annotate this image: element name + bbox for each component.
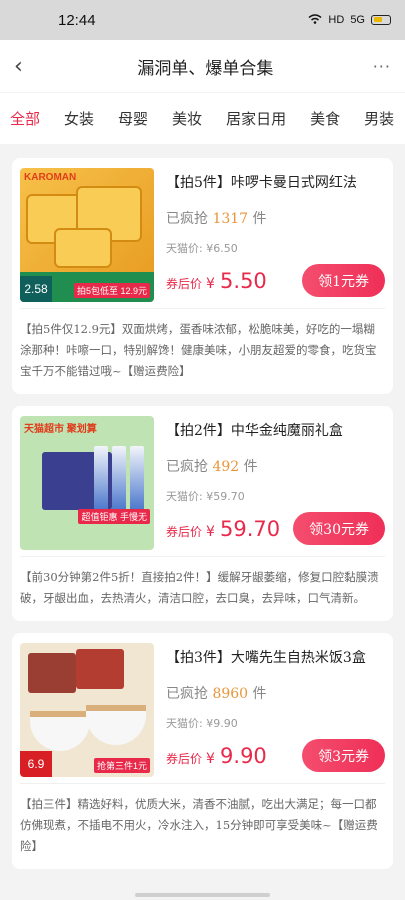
thumb-caption: 拍5包低至 12.9元 <box>73 283 150 298</box>
product-card[interactable]: 天猫超市 聚划算 超值钜惠 手慢无 【拍2件】中华金纯魔丽礼盒 已疯抢 492 … <box>12 406 393 621</box>
tab-food[interactable]: 美食 <box>310 108 340 129</box>
price-currency: ¥ <box>206 523 215 540</box>
get-coupon-button[interactable]: 领3元券 <box>302 739 385 772</box>
get-coupon-button[interactable]: 领1元券 <box>302 264 385 297</box>
product-card[interactable]: 6.9 抢第三件1元 【拍3件】大嘴先生自热米饭3盒 已疯抢 8960 件 天猫… <box>12 633 393 869</box>
tube-shape <box>94 446 108 516</box>
thumb-caption: 抢第三件1元 <box>93 758 150 773</box>
product-description: 【拍5件仅12.9元】双面烘烤，蛋香味浓郁，松脆味美，好吃的一塌糊涂那种！咔嚓一… <box>20 308 385 394</box>
product-title[interactable]: 【拍2件】中华金纯魔丽礼盒 <box>166 420 385 440</box>
nav-bar: ‹ 漏洞单、爆单合集 ··· <box>0 40 405 92</box>
sold-count: 已疯抢 492 件 <box>166 456 385 476</box>
tab-womens[interactable]: 女装 <box>64 108 94 129</box>
tube-shape <box>130 446 144 516</box>
tab-mens[interactable]: 男装 <box>364 108 394 129</box>
price-badge: 2.58 <box>20 276 52 302</box>
price-badge: 6.9 <box>20 751 52 777</box>
product-image-toothpaste[interactable]: 天猫超市 聚划算 超值钜惠 手慢无 <box>20 416 154 550</box>
price-label: 券后价 <box>166 524 203 539</box>
price-label: 券后价 <box>166 751 203 766</box>
sold-count: 已疯抢 8960 件 <box>166 683 385 703</box>
coupon-price: 券后价 ¥ 59.70 <box>166 517 280 541</box>
meal-box-shape <box>76 649 124 689</box>
sold-prefix: 已疯抢 <box>166 686 208 702</box>
tab-baby[interactable]: 母婴 <box>118 108 148 129</box>
waffle-shape <box>54 228 112 268</box>
coupon-price: 券后价 ¥ 9.90 <box>166 744 267 768</box>
sold-prefix: 已疯抢 <box>166 211 208 227</box>
back-icon[interactable]: ‹ <box>14 54 38 79</box>
get-coupon-button[interactable]: 领30元券 <box>293 512 385 545</box>
product-list: KAROMAN 2.58 拍5包低至 12.9元 【拍5件】咔啰卡曼日式网红法 … <box>0 144 405 869</box>
rice-bowl-shape <box>30 711 90 751</box>
price-value: 59.70 <box>220 516 281 541</box>
thumb-caption: 超值钜惠 手慢无 <box>78 509 150 524</box>
sold-unit: 件 <box>243 459 258 475</box>
original-price: 天猫价: ¥59.70 <box>166 490 245 503</box>
sold-unit: 件 <box>252 686 267 702</box>
more-icon[interactable]: ··· <box>373 57 391 76</box>
price-value: 5.50 <box>220 268 267 293</box>
product-title[interactable]: 【拍5件】咔啰卡曼日式网红法 <box>166 172 385 192</box>
sold-count: 已疯抢 1317 件 <box>166 208 385 228</box>
product-card[interactable]: KAROMAN 2.58 拍5包低至 12.9元 【拍5件】咔啰卡曼日式网红法 … <box>12 158 393 394</box>
wifi-icon <box>308 13 322 27</box>
signal-label: 5G <box>350 14 365 26</box>
status-bar: 12:44 HD 5G <box>0 0 405 40</box>
sold-unit: 件 <box>252 211 267 227</box>
battery-icon <box>371 15 391 25</box>
sold-prefix: 已疯抢 <box>166 459 208 475</box>
category-tabs: 全部 女装 母婴 美妆 居家日用 美食 男装 <box>0 92 405 144</box>
price-currency: ¥ <box>206 275 215 292</box>
network-label: HD <box>328 14 345 26</box>
sold-number: 492 <box>212 459 240 475</box>
tab-beauty[interactable]: 美妆 <box>172 108 202 129</box>
tab-all[interactable]: 全部 <box>10 108 40 129</box>
price-currency: ¥ <box>206 750 215 767</box>
page-title: 漏洞单、爆单合集 <box>137 58 274 79</box>
sold-number: 8960 <box>212 686 249 702</box>
store-logo: 天猫超市 聚划算 <box>24 424 97 435</box>
status-time: 12:44 <box>58 11 96 29</box>
product-image-waffle[interactable]: KAROMAN 2.58 拍5包低至 12.9元 <box>20 168 154 302</box>
status-icons: HD 5G <box>308 13 391 27</box>
price-label: 券后价 <box>166 276 203 291</box>
coupon-price: 券后价 ¥ 5.50 <box>166 269 267 293</box>
sold-number: 1317 <box>212 211 249 227</box>
product-image-rice[interactable]: 6.9 抢第三件1元 <box>20 643 154 777</box>
tab-home[interactable]: 居家日用 <box>226 108 286 129</box>
original-price: 天猫价: ¥6.50 <box>166 242 238 255</box>
price-value: 9.90 <box>220 743 267 768</box>
meal-box-shape <box>28 653 76 693</box>
original-price: 天猫价: ¥9.90 <box>166 717 238 730</box>
product-description: 【前30分钟第2件5折！直接拍2件！】缓解牙龈萎缩，修复口腔黏膜溃破，牙龈出血，… <box>20 556 385 621</box>
tube-shape <box>112 446 126 516</box>
brand-logo: KAROMAN <box>24 172 77 183</box>
product-title[interactable]: 【拍3件】大嘴先生自热米饭3盒 <box>166 647 385 667</box>
product-description: 【拍三件】精选好料，优质大米，清香不油腻，吃出大满足；每一口都仿佛现煮，不插电不… <box>20 783 385 869</box>
home-indicator[interactable] <box>135 893 270 897</box>
rice-bowl-shape <box>86 705 146 745</box>
